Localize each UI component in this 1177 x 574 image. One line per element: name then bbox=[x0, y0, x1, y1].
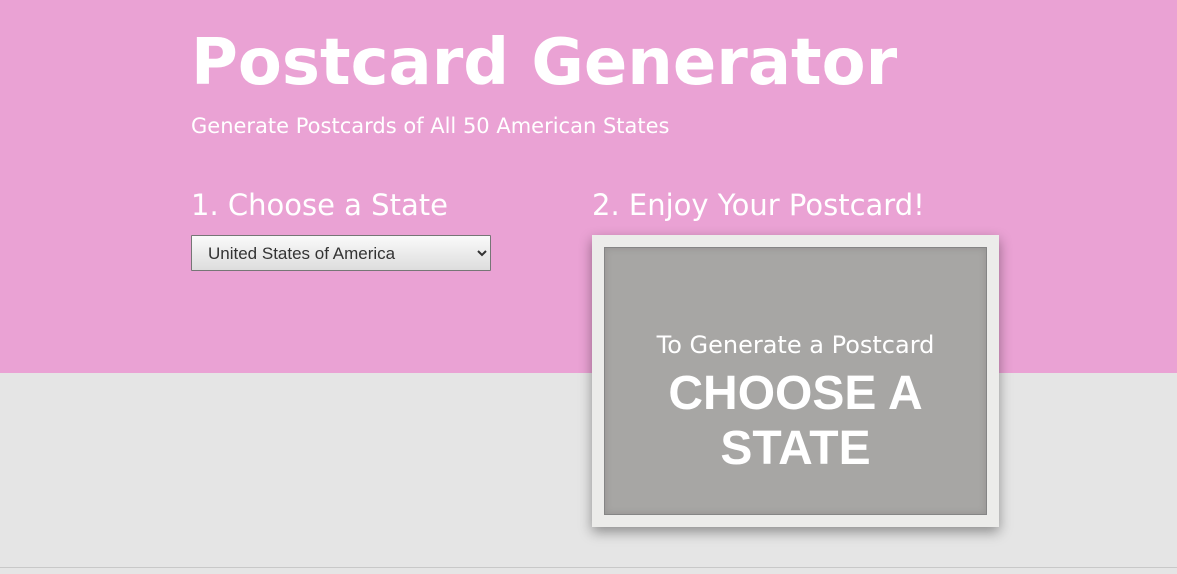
step-1-heading: 1. Choose a State bbox=[191, 188, 448, 222]
postcard-call-to-action: CHOOSE A STATE bbox=[668, 367, 923, 475]
page-divider bbox=[0, 567, 1177, 568]
step-2-heading: 2. Enjoy Your Postcard! bbox=[592, 188, 925, 222]
postcard: To Generate a Postcard CHOOSE A STATE bbox=[592, 235, 999, 527]
page-title: Postcard Generator bbox=[191, 26, 898, 100]
page-subtitle: Generate Postcards of All 50 American St… bbox=[191, 114, 670, 138]
postcard-hint: To Generate a Postcard bbox=[656, 331, 935, 359]
postcard-face: To Generate a Postcard CHOOSE A STATE bbox=[604, 247, 987, 515]
state-select[interactable]: United States of America bbox=[191, 235, 491, 271]
